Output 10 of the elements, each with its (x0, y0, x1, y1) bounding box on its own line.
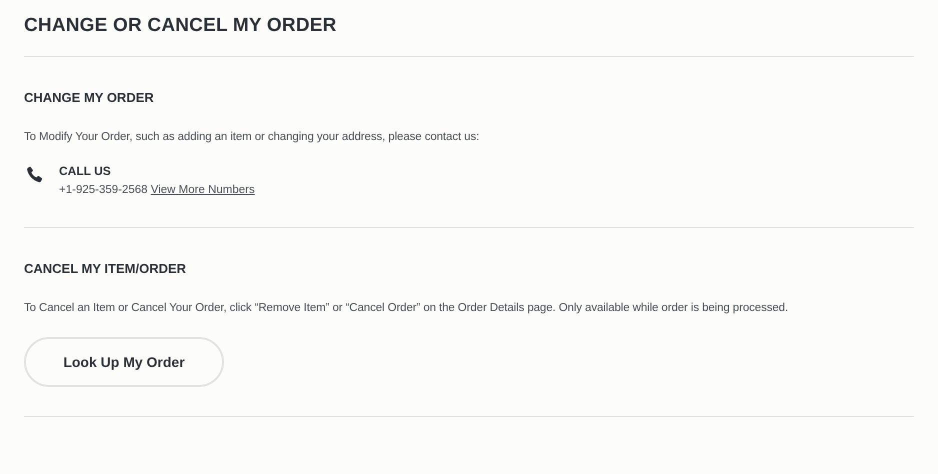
phone-number: +1-925-359-2568 (59, 184, 148, 196)
contact-label: CALL US (59, 163, 112, 179)
more-numbers-link[interactable]: View More Numbers (150, 184, 255, 196)
page-title: CHANGE OR CANCEL MY ORDER (24, 14, 338, 38)
section-text: To Modify Your Order, such as adding an item or changing your address, please contact us: (24, 130, 480, 144)
phone-icon (24, 165, 44, 185)
section-heading: CHANGE MY ORDER (24, 90, 155, 106)
section-text: To Cancel an Item or Cancel Your Order, click “Remove Item” or “Cancel Order” on the Order Details page. Only available while order is being processed. (24, 301, 790, 315)
look-up-order-button[interactable]: Look Up My Order (24, 337, 224, 387)
section-heading: CANCEL MY ITEM/ORDER (24, 261, 188, 277)
